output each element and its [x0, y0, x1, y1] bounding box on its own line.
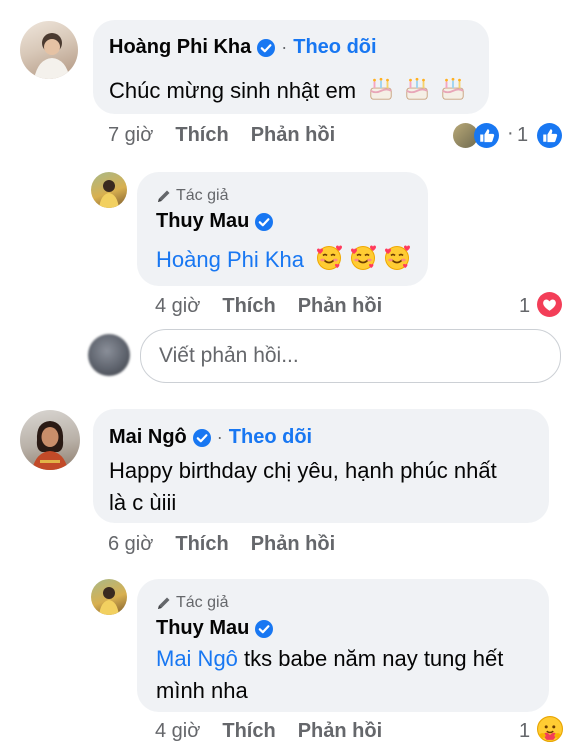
comment-text-row: Chúc mừng sinh nhật em — [109, 75, 466, 107]
reply-action[interactable]: Phản hồi — [251, 533, 335, 555]
mention-link[interactable]: Mai Ngô — [156, 646, 238, 671]
comment-timestamp[interactable]: 7 giờ — [108, 124, 153, 146]
smiling-hearts-emoji-icon — [316, 245, 343, 271]
avatar-thuy-mau[interactable] — [91, 172, 127, 208]
comment-bubble: Mai Ngô · Theo dõi Happy birthday chị yê… — [93, 409, 549, 523]
reply-action[interactable]: Phản hồi — [298, 295, 382, 317]
reaction-summary[interactable]: · 1 — [453, 122, 563, 150]
comment-timestamp[interactable]: 6 giờ — [108, 533, 153, 555]
reaction-count[interactable]: 1 — [519, 295, 530, 318]
avatar-mai-ngo[interactable] — [20, 410, 80, 470]
reply-meta: 4 giờ Thích Phản hồi — [155, 720, 382, 743]
verified-badge-icon — [192, 428, 211, 447]
mention-link[interactable]: Hoàng Phi Kha — [156, 247, 304, 272]
reply-text-line: Mai Ngô tks babe năm nay tung hết — [156, 643, 503, 675]
reply-input-field[interactable]: Viết phản hồi... — [140, 329, 561, 383]
person-photo-icon — [32, 421, 68, 470]
reply-author-name[interactable]: Thuy Mau — [156, 617, 249, 640]
reply-action[interactable]: Phản hồi — [251, 124, 335, 146]
verified-badge-icon — [255, 619, 274, 638]
person-photo-icon — [34, 33, 70, 79]
reply-text-content: tks babe năm nay tung hết — [244, 646, 504, 671]
comment-author-name[interactable]: Mai Ngô — [109, 426, 187, 449]
like-reaction-icon — [537, 123, 562, 148]
person-photo-icon — [99, 180, 119, 208]
verified-badge-icon — [257, 38, 276, 57]
like-action[interactable]: Thích — [222, 720, 275, 742]
author-tag-label: Tác giả — [176, 594, 229, 611]
reply-author-name[interactable]: Thuy Mau — [156, 210, 249, 233]
author-tag-label: Tác giả — [176, 187, 229, 204]
reply-text-row: Hoàng Phi Kha — [156, 244, 411, 276]
pencil-icon — [158, 190, 170, 202]
cake-emoji-icon — [370, 76, 393, 101]
current-user-avatar — [88, 334, 130, 376]
comment-text: Happy birthday chị yêu, hạnh phúc nhất l… — [109, 455, 497, 519]
smiling-hearts-emoji-icon — [350, 245, 377, 271]
person-photo-icon — [99, 587, 119, 615]
reply-action[interactable]: Phản hồi — [298, 720, 382, 742]
cake-emoji-icon — [406, 76, 429, 101]
comment-text: Chúc mừng sinh nhật em — [109, 78, 357, 103]
reply-bubble: Tác giả Thuy Mau Hoàng Phi Kha — [137, 172, 428, 286]
reply-text: Mai Ngô tks babe năm nay tung hết mình n… — [156, 643, 503, 707]
smiling-hearts-emoji-icon — [384, 245, 411, 271]
separator-dot: · — [281, 37, 288, 57]
reply-timestamp[interactable]: 4 giờ — [155, 720, 200, 742]
care-reaction-icon[interactable] — [537, 716, 563, 742]
comment-text-line: Happy birthday chị yêu, hạnh phúc nhất — [109, 458, 497, 483]
like-action[interactable]: Thích — [222, 295, 275, 317]
reply-input-placeholder: Viết phản hồi... — [159, 344, 299, 367]
reply-bubble: Tác giả Thuy Mau Mai Ngô tks babe năm na… — [137, 579, 549, 712]
comment-text-line: là c ùiii — [109, 490, 177, 515]
reply-meta: 4 giờ Thích Phản hồi — [155, 295, 382, 318]
author-tag: Tác giả — [156, 187, 228, 205]
love-reaction-icon[interactable] — [537, 292, 562, 317]
avatar-thuy-mau[interactable] — [91, 579, 127, 615]
cake-emoji-icon — [442, 76, 465, 101]
comment-author-name[interactable]: Hoàng Phi Kha — [109, 36, 251, 59]
follow-button[interactable]: Theo dõi — [229, 426, 312, 449]
comment-meta: 7 giờ Thích Phản hồi — [108, 124, 335, 147]
reply-count: 1 — [517, 124, 529, 146]
follow-button[interactable]: Theo dõi — [293, 36, 376, 59]
comment-meta: 6 giờ Thích Phản hồi — [108, 533, 335, 556]
separator-dot: · — [216, 427, 223, 447]
like-reaction-icon — [474, 123, 499, 148]
reaction-count[interactable]: 1 — [519, 720, 530, 743]
avatar-hoang-phi-kha[interactable] — [20, 21, 78, 79]
like-action[interactable]: Thích — [175, 533, 228, 555]
reply-text-line: mình nha — [156, 678, 248, 703]
reply-timestamp[interactable]: 4 giờ — [155, 295, 200, 317]
verified-badge-icon — [255, 212, 274, 231]
separator-dot: · — [507, 122, 514, 144]
like-action[interactable]: Thích — [175, 124, 228, 146]
pencil-icon — [158, 597, 170, 609]
comment-bubble: Hoàng Phi Kha · Theo dõi Chúc mừng sinh … — [93, 20, 489, 114]
author-tag: Tác giả — [156, 594, 228, 612]
